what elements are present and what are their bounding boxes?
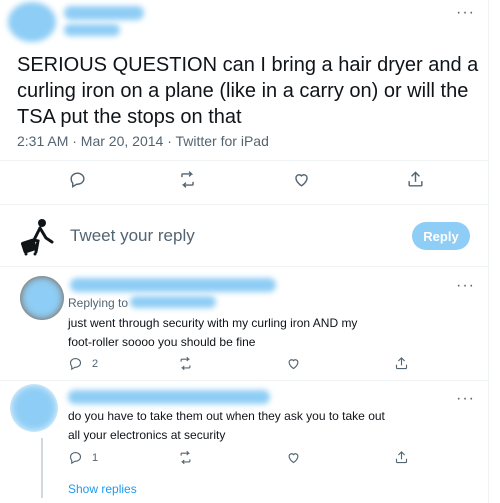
reply-text: do you have to take them out when they a…: [68, 407, 468, 445]
divider: [0, 380, 488, 381]
tweet-action-bar: [0, 170, 488, 200]
replying-to-handle-redacted[interactable]: [130, 296, 216, 308]
share-icon[interactable]: [394, 450, 409, 465]
tweet-text: SERIOUS QUESTION can I bring a hair drye…: [17, 54, 479, 128]
reply-avatar[interactable]: [20, 276, 64, 320]
reply-count: 2: [92, 357, 99, 370]
retweet-icon[interactable]: [178, 450, 193, 465]
reply-icon[interactable]: 2: [68, 356, 98, 371]
reply-icon[interactable]: 1: [68, 450, 98, 465]
reply-text-line: just went through security with my curli…: [68, 316, 358, 330]
tweet-meta: 2:31 AM · Mar 20, 2014 · Twitter for iPa…: [17, 133, 269, 149]
author-name-redacted[interactable]: [64, 6, 144, 20]
reply-text-line: do you have to take them out when they a…: [68, 409, 385, 423]
divider: [0, 160, 488, 161]
author-avatar[interactable]: [8, 2, 56, 42]
reply-button[interactable]: Reply: [412, 222, 470, 250]
replying-to: Replying to: [68, 296, 128, 310]
reply-text-line: foot-roller soooo you should be fine: [68, 335, 256, 349]
share-icon[interactable]: [394, 356, 409, 371]
reply-author-redacted[interactable]: [70, 278, 276, 292]
share-icon[interactable]: [406, 170, 425, 189]
reply-text-line: all your electronics at security: [68, 428, 226, 442]
reply-count: 1: [92, 451, 99, 464]
reply-input[interactable]: Tweet your reply: [70, 226, 195, 246]
divider: [0, 204, 488, 205]
more-icon[interactable]: ···: [456, 5, 475, 21]
reply-icon[interactable]: [68, 170, 87, 189]
show-replies-link[interactable]: Show replies: [68, 482, 137, 496]
reply-author-redacted[interactable]: [68, 390, 270, 404]
like-icon[interactable]: [292, 170, 311, 189]
author-handle-redacted[interactable]: [64, 24, 120, 36]
tweet-detail-panel: ··· SERIOUS QUESTION can I bring a hair …: [0, 0, 489, 503]
like-icon[interactable]: [286, 356, 301, 371]
divider: [0, 266, 488, 267]
more-icon[interactable]: ···: [456, 278, 475, 294]
replying-to-label: Replying to: [68, 296, 129, 310]
retweet-icon[interactable]: [178, 170, 197, 189]
reply-avatar[interactable]: [10, 384, 58, 432]
thread-line: [41, 438, 43, 498]
reply-text: just went through security with my curli…: [68, 314, 468, 352]
retweet-icon[interactable]: [178, 356, 193, 371]
more-icon[interactable]: ···: [456, 391, 475, 407]
like-icon[interactable]: [286, 450, 301, 465]
user-avatar: [20, 216, 64, 256]
